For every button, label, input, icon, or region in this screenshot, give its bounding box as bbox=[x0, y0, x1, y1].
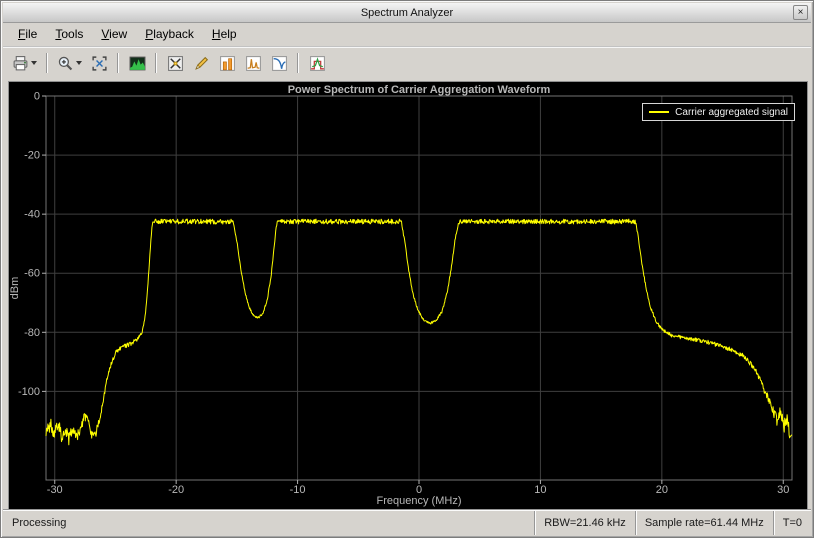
cursor-measurements-icon bbox=[167, 55, 184, 72]
channel-measurements-button[interactable] bbox=[215, 51, 239, 75]
spectral-mask-icon bbox=[309, 55, 326, 72]
channel-measurements-icon bbox=[219, 55, 236, 72]
menu-help[interactable]: Help bbox=[203, 24, 246, 44]
zoom-in-button[interactable] bbox=[54, 51, 85, 75]
status-time: T=0 bbox=[772, 511, 811, 535]
y-tick-label: -100 bbox=[18, 386, 40, 398]
status-rbw: RBW=21.46 kHz bbox=[534, 511, 635, 535]
fit-to-view-icon bbox=[91, 55, 108, 72]
peak-finder-icon bbox=[193, 55, 210, 72]
window-title: Spectrum Analyzer bbox=[360, 6, 454, 19]
spectral-mask-button[interactable] bbox=[305, 51, 329, 75]
status-message: Processing bbox=[12, 517, 67, 529]
spectrum-settings-button[interactable] bbox=[125, 51, 149, 75]
x-axis-label: Frequency (MHz) bbox=[377, 495, 462, 507]
distortion-measurements-button[interactable] bbox=[241, 51, 265, 75]
x-tick-label: -10 bbox=[290, 484, 306, 496]
x-tick-label: -20 bbox=[168, 484, 184, 496]
legend-line-sample bbox=[649, 111, 670, 113]
y-tick-label: -40 bbox=[24, 209, 40, 221]
menu-bar: File Tools View Playback Help bbox=[3, 22, 811, 46]
toolbar-separator bbox=[297, 53, 299, 73]
close-icon: × bbox=[797, 6, 804, 18]
dropdown-caret-icon bbox=[31, 61, 37, 65]
toolbar-separator bbox=[117, 53, 119, 73]
plot-area[interactable]: -30 -20 -10 0 10 20 300-20-40-60-80-100 Power … bbox=[9, 82, 807, 510]
y-tick-label: -20 bbox=[24, 150, 40, 162]
y-axis-label: dBm bbox=[9, 277, 21, 300]
dropdown-caret-icon bbox=[76, 61, 82, 65]
ccdf-measurements-icon bbox=[271, 55, 288, 72]
peak-finder-button[interactable] bbox=[189, 51, 213, 75]
close-button[interactable]: × bbox=[793, 5, 808, 20]
x-tick-label: 10 bbox=[534, 484, 546, 496]
zoom-in-icon bbox=[57, 55, 74, 72]
spectrum-analyzer-window: Spectrum Analyzer × File Tools View Play… bbox=[0, 0, 814, 538]
menu-file[interactable]: File bbox=[9, 24, 46, 44]
cursor-measurements-button[interactable] bbox=[163, 51, 187, 75]
toolbar-separator bbox=[46, 53, 48, 73]
legend-label: Carrier aggregated signal bbox=[675, 106, 788, 118]
title-bar[interactable]: Spectrum Analyzer × bbox=[3, 3, 811, 23]
y-tick-label: -80 bbox=[24, 327, 40, 339]
x-tick-label: -30 bbox=[47, 484, 63, 496]
menu-view[interactable]: View bbox=[92, 24, 136, 44]
toolbar-separator bbox=[155, 53, 157, 73]
menu-playback[interactable]: Playback bbox=[136, 24, 203, 44]
toolbar bbox=[3, 46, 811, 79]
status-sample-rate: Sample rate=61.44 MHz bbox=[634, 511, 773, 535]
status-bar: Processing RBW=21.46 kHz Sample rate=61.… bbox=[3, 510, 811, 535]
x-tick-label: 30 bbox=[777, 484, 789, 496]
y-tick-label: 0 bbox=[34, 91, 40, 103]
print-button[interactable] bbox=[9, 51, 40, 75]
distortion-measurements-icon bbox=[245, 55, 262, 72]
grid bbox=[46, 95, 792, 480]
ccdf-measurements-button[interactable] bbox=[267, 51, 291, 75]
spectrum-icon bbox=[129, 55, 146, 72]
legend[interactable]: Carrier aggregated signal bbox=[642, 103, 795, 121]
printer-icon bbox=[12, 55, 29, 72]
x-tick-label: 20 bbox=[656, 484, 668, 496]
axis-ticks: -30 -20 -10 0 10 20 300-20-40-60-80-100 bbox=[18, 91, 789, 497]
fit-to-view-button[interactable] bbox=[87, 51, 111, 75]
plot-title: Power Spectrum of Carrier Aggregation Wa… bbox=[288, 84, 551, 96]
y-tick-label: -60 bbox=[24, 268, 40, 280]
menu-tools[interactable]: Tools bbox=[46, 24, 92, 44]
figure-area: -30 -20 -10 0 10 20 30 0 -20 -40 -60 -80 -100 Power … bbox=[8, 81, 808, 511]
